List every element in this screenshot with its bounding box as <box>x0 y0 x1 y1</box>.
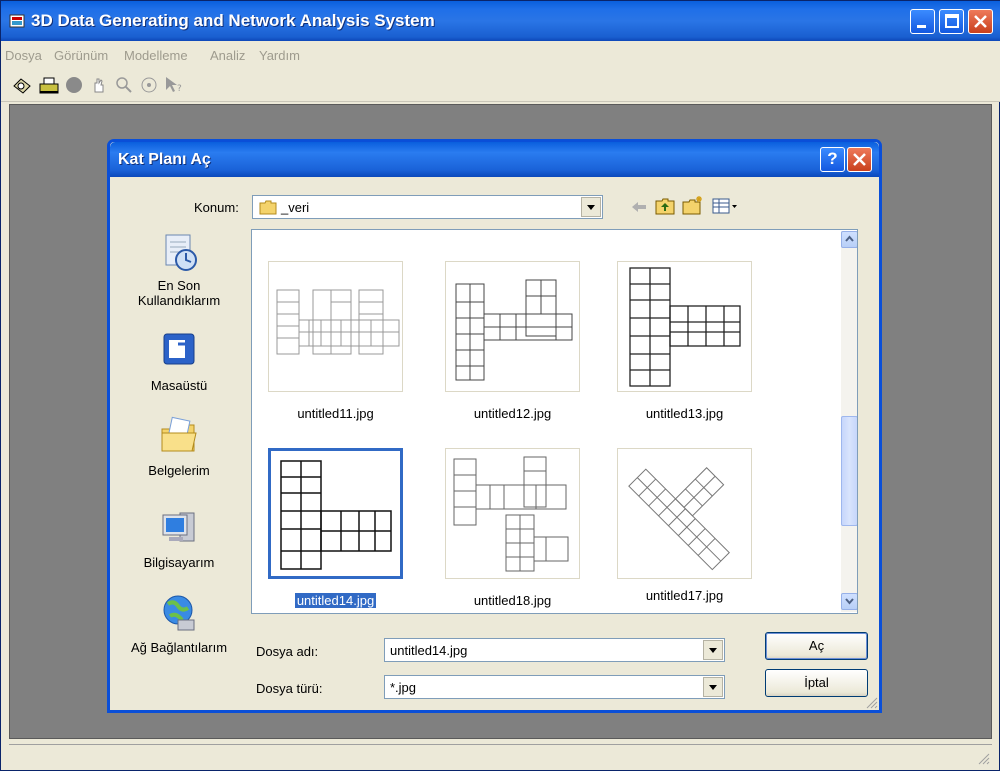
place-network-label: Ağ Bağlantılarım <box>130 640 228 655</box>
menu-analiz[interactable]: Analiz <box>210 48 245 63</box>
file-thumbnail-view[interactable]: untitled11.jpg untitled12.jpg untitled13… <box>251 229 858 614</box>
filename-combo[interactable]: untitled14.jpg <box>384 638 725 662</box>
menu-modelleme[interactable]: Modelleme <box>124 48 188 63</box>
location-value: _veri <box>281 200 310 215</box>
main-title: 3D Data Generating and Network Analysis … <box>31 11 435 30</box>
folder-icon <box>259 200 277 215</box>
filename-label: Dosya adı: <box>256 644 319 659</box>
dialog-close-button[interactable] <box>847 147 872 172</box>
file-name: untitled12.jpg <box>473 406 552 421</box>
app-icon <box>9 14 25 28</box>
resize-grip-icon[interactable] <box>976 751 990 765</box>
filetype-combo[interactable]: *.jpg <box>384 675 725 699</box>
menu-yardim[interactable]: Yardım <box>259 48 300 63</box>
location-combo[interactable]: _veri <box>252 195 603 219</box>
recent-icon <box>165 234 197 271</box>
file-name: untitled13.jpg <box>645 406 724 421</box>
view-menu-icon[interactable] <box>712 198 740 214</box>
svg-text:?: ? <box>177 84 182 94</box>
floorplan-thumbnail <box>276 289 400 355</box>
print-icon[interactable] <box>38 74 60 96</box>
file-name: untitled14.jpg <box>268 593 403 608</box>
vertical-scrollbar[interactable] <box>841 231 857 612</box>
thumbnail-frame <box>617 261 752 392</box>
my-computer-icon <box>162 512 195 542</box>
floorplan-thumbnail <box>455 279 573 381</box>
places-bar: En Son Kullandıklarım Masaüstü Belgeleri… <box>120 222 238 662</box>
toolbar: ? <box>1 68 1000 102</box>
minimize-button[interactable] <box>910 9 935 34</box>
dialog-resize-grip-icon[interactable] <box>864 695 878 709</box>
location-dropdown-arrow[interactable] <box>581 197 601 217</box>
back-arrow-icon[interactable] <box>630 200 648 214</box>
dialog-titlebar[interactable]: Kat Planı Aç ? <box>110 142 879 177</box>
my-documents-icon <box>161 416 197 452</box>
filename-value: untitled14.jpg <box>390 643 468 658</box>
chevron-down-icon <box>845 598 854 605</box>
close-button[interactable] <box>968 9 993 34</box>
filename-dropdown-arrow[interactable] <box>703 640 723 660</box>
floorplan-thumbnail <box>453 456 569 572</box>
thumbnail-frame <box>445 261 580 392</box>
scroll-thumb[interactable] <box>841 416 857 526</box>
hand-pan-icon[interactable] <box>88 74 110 96</box>
filetype-value: *.jpg <box>390 680 417 695</box>
thumbnail-frame <box>445 448 580 579</box>
network-places-icon <box>163 595 195 631</box>
maximize-button[interactable] <box>939 9 964 34</box>
chevron-up-icon <box>845 235 854 242</box>
thumbnail-frame <box>617 448 752 579</box>
scroll-down-button[interactable] <box>841 593 857 610</box>
location-label: Konum: <box>194 200 239 215</box>
floorplan-thumbnail <box>280 460 392 570</box>
desktop-icon <box>163 333 195 365</box>
place-desktop-label: Masaüstü <box>150 378 208 393</box>
statusbar <box>9 744 992 767</box>
file-name-selected: untitled14.jpg <box>294 593 377 608</box>
close-icon <box>853 153 866 166</box>
main-titlebar[interactable]: 3D Data Generating and Network Analysis … <box>1 1 1000 41</box>
menu-dosya[interactable]: Dosya <box>5 48 42 63</box>
file-name: untitled17.jpg <box>645 588 724 603</box>
place-recent-label: En Son <box>157 278 201 293</box>
up-folder-icon[interactable] <box>655 197 675 215</box>
place-recent-label-2: Kullandıklarım <box>137 293 221 308</box>
filetype-dropdown-arrow[interactable] <box>703 677 723 697</box>
open-floorplan-dialog: Kat Planı Aç ? Konum: _veri En Son Kulla… <box>107 139 882 713</box>
thumbnail-frame <box>268 448 403 579</box>
menubar: Dosya Görünüm Modelleme Analiz Yardım <box>1 41 1000 68</box>
target-icon[interactable] <box>138 74 160 96</box>
floorplan-thumbnail <box>628 467 730 571</box>
menu-gorunum[interactable]: Görünüm <box>54 48 108 63</box>
help-icon: ? <box>827 149 838 168</box>
filetype-label: Dosya türü: <box>256 681 323 696</box>
place-computer-label: Bilgisayarım <box>143 555 215 570</box>
network-tool-icon[interactable] <box>11 74 33 96</box>
new-folder-icon[interactable] <box>682 195 704 215</box>
pointer-help-icon[interactable]: ? <box>163 74 185 96</box>
floorplan-thumbnail <box>629 267 741 387</box>
help-button[interactable]: ? <box>820 147 845 172</box>
circle-tool-icon[interactable] <box>63 74 85 96</box>
dialog-title: Kat Planı Aç <box>118 151 211 168</box>
zoom-icon[interactable] <box>113 74 135 96</box>
cancel-button[interactable]: İptal <box>765 669 868 697</box>
scroll-up-button[interactable] <box>841 231 857 248</box>
place-documents-label: Belgelerim <box>148 463 210 478</box>
file-name: untitled11.jpg <box>297 406 374 421</box>
thumbnail-frame <box>268 261 403 392</box>
file-name: untitled18.jpg <box>473 593 552 608</box>
open-button[interactable]: Aç <box>765 632 868 660</box>
